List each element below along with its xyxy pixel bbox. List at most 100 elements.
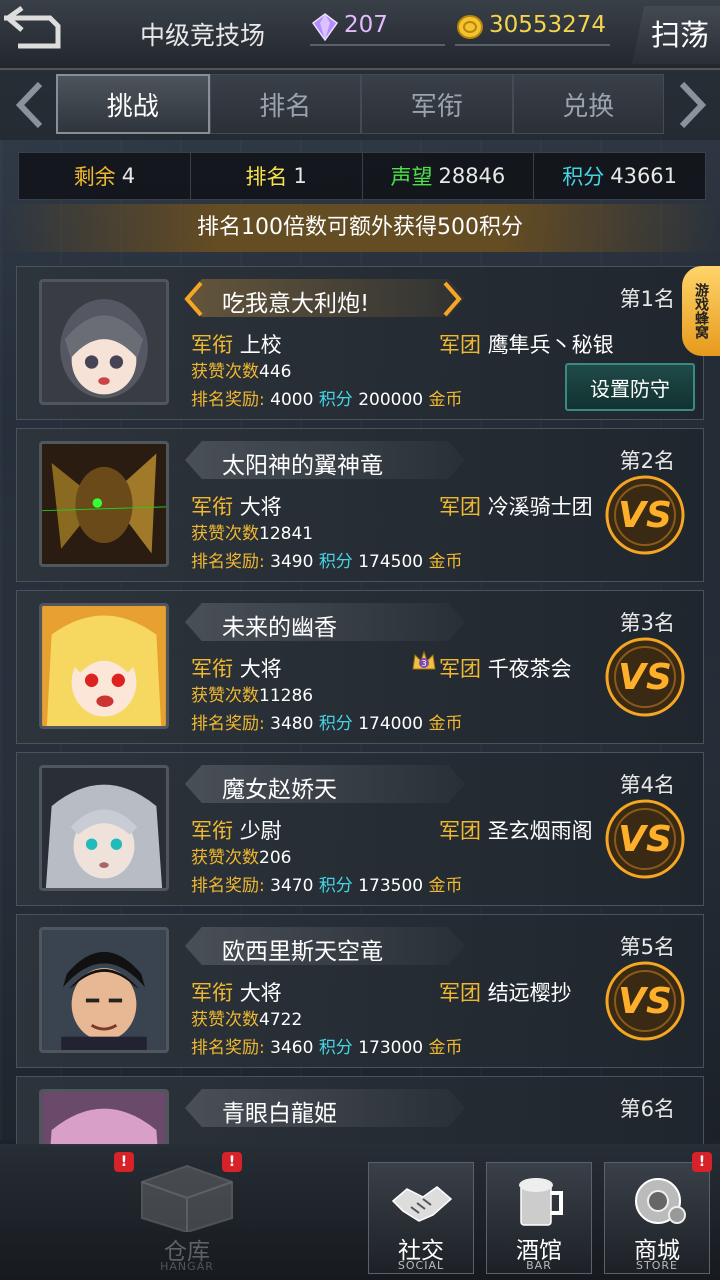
gem-value: 207 — [344, 12, 388, 38]
rank-reward: 排名奖励: 3460 积分 173000 金币 — [191, 1033, 463, 1058]
set-defense-button[interactable]: 设置防守 — [565, 363, 695, 411]
bottom-nav: 仓库 HANGAR ! ! 社交 SOCIAL 酒馆 BAR 商城 STORE … — [0, 1144, 720, 1280]
military-rank-label: 军衔 — [191, 333, 233, 357]
page-title: 中级竞技场 — [140, 21, 266, 50]
handshake-icon — [391, 1186, 453, 1222]
social-button[interactable]: 社交 SOCIAL — [368, 1162, 474, 1274]
legion: 军团 结远樱抄 — [439, 977, 572, 1007]
avatar-portrait-icon — [42, 606, 166, 726]
avatar[interactable] — [39, 927, 169, 1053]
hangar-button[interactable]: 仓库 HANGAR — [122, 1162, 252, 1274]
top-bar: 中级竞技场 207 30553274 扫荡 — [0, 0, 720, 70]
chevron-right-icon — [679, 81, 707, 129]
player-name: 青眼白龍姫 — [222, 1101, 337, 1127]
military-rank-label: 军衔 — [191, 819, 233, 843]
legion-label: 军团 — [439, 495, 481, 519]
reward-gold: 173500 — [358, 876, 424, 896]
reward-gold: 174500 — [358, 552, 424, 572]
legion-label: 军团 — [439, 657, 481, 681]
military-rank-label: 军衔 — [191, 657, 233, 681]
stat-prestige-label: 声望 — [390, 165, 433, 189]
avatar[interactable] — [39, 765, 169, 891]
military-rank-label: 军衔 — [191, 495, 233, 519]
sweep-button[interactable]: 扫荡 — [632, 6, 720, 64]
legion-value: 结远樱抄 — [487, 981, 572, 1005]
military-rank-value: 大将 — [239, 495, 282, 519]
tab-challenge[interactable]: 挑战 — [56, 74, 210, 134]
points-unit: 积分 — [318, 714, 353, 734]
stat-points-value: 43661 — [610, 164, 678, 188]
bar-button[interactable]: 酒馆 BAR — [486, 1162, 592, 1274]
military-rank-value: 上校 — [239, 333, 282, 357]
opponent-row: 青眼白龍姫 第6名 — [16, 1076, 704, 1146]
vs-challenge-button[interactable]: VS — [603, 473, 687, 557]
store-icon — [635, 1178, 686, 1224]
svg-text:VS: VS — [618, 657, 672, 698]
avatar[interactable] — [39, 279, 169, 405]
reward-label: 排名奖励: — [191, 552, 265, 572]
likes-label: 获赞次数 — [191, 524, 259, 544]
likes-value: 12841 — [259, 524, 314, 544]
opponent-row: 魔女赵娇天 第4名 军衔 少尉 军团 圣玄烟雨阁 获赞次数206 排名奖励: 3… — [16, 752, 704, 906]
reward-points: 3490 — [270, 552, 314, 572]
stat-prestige: 声望 28846 — [363, 153, 535, 199]
store-button[interactable]: 商城 STORE — [604, 1162, 710, 1274]
avatar-portrait-icon — [42, 282, 166, 402]
stat-rank-label: 排名 — [245, 165, 288, 189]
avatar[interactable] — [39, 441, 169, 567]
legion: 军团 冷溪骑士团 — [439, 491, 593, 521]
opponent-row: 未来的幽香 第3名 军衔 大将 3 军团 千夜茶会 获赞次数11286 排名奖励… — [16, 590, 704, 744]
points-unit: 积分 — [318, 390, 353, 410]
likes-label: 获赞次数 — [191, 686, 259, 706]
tab-military-rank[interactable]: 军衔 — [361, 74, 513, 134]
legion-value: 冷溪骑士团 — [487, 495, 593, 519]
avatar[interactable] — [39, 1089, 169, 1146]
likes: 获赞次数12841 — [191, 519, 313, 544]
stats-bar: 剩余 4 排名 1 声望 28846 积分 43661 — [18, 152, 706, 200]
likes-value: 4722 — [259, 1010, 303, 1030]
crown-icon: 3 — [412, 650, 436, 670]
reward-gold: 200000 — [358, 390, 424, 410]
military-rank: 军衔 上校 — [191, 329, 282, 359]
military-rank-value: 大将 — [239, 657, 282, 681]
reward-gold: 174000 — [358, 714, 424, 734]
avatar[interactable] — [39, 603, 169, 729]
opponent-list: 吃我意大利炮! 第1名 军衔 上校 军团 鹰隼兵丶秘银 获赞次数446 排名奖励… — [16, 266, 706, 1146]
gold-unit: 金币 — [428, 876, 463, 896]
legion-label: 军团 — [439, 981, 481, 1005]
social-sublabel: SOCIAL — [397, 1259, 445, 1272]
likes: 获赞次数446 — [191, 357, 291, 382]
hangar-icon — [141, 1164, 233, 1234]
reward-points: 3470 — [270, 876, 314, 896]
legion-value: 千夜茶会 — [487, 657, 572, 681]
tab-exchange[interactable]: 兑换 — [512, 74, 664, 134]
military-rank: 军衔 大将 — [191, 653, 282, 683]
svg-text:VS: VS — [618, 495, 672, 536]
back-button[interactable] — [0, 5, 62, 58]
gold-value: 30553274 — [489, 12, 607, 38]
tab-ranking[interactable]: 排名 — [209, 74, 361, 134]
vs-challenge-button[interactable]: VS — [603, 635, 687, 719]
alert-badge: ! — [692, 1152, 712, 1172]
vs-challenge-button[interactable]: VS — [603, 959, 687, 1043]
tab-prev-button[interactable] — [10, 80, 50, 130]
side-tag[interactable]: 游戏蜂窝 — [682, 266, 720, 356]
reward-points: 4000 — [270, 390, 314, 410]
tabs: 挑战 排名 军衔 兑换 — [56, 74, 664, 136]
gem-icon — [311, 13, 339, 42]
gold-unit: 金币 — [428, 1038, 463, 1058]
player-rank: 第6名 — [619, 1097, 675, 1121]
avatar-portrait-icon — [42, 930, 166, 1050]
tab-next-button[interactable] — [672, 80, 712, 130]
player-name: 欧西里斯天空竜 — [222, 939, 383, 965]
opponent-row: 欧西里斯天空竜 第5名 军衔 大将 军团 结远樱抄 获赞次数4722 排名奖励:… — [16, 914, 704, 1068]
legion-label: 军团 — [439, 819, 481, 843]
stat-remaining-value: 4 — [121, 164, 136, 188]
likes-label: 获赞次数 — [191, 1010, 259, 1030]
rank-reward: 排名奖励: 4000 积分 200000 金币 — [191, 385, 463, 410]
gold-coin-icon — [457, 15, 483, 39]
player-rank: 第3名 — [619, 611, 675, 635]
reward-label: 排名奖励: — [191, 1038, 265, 1058]
likes: 获赞次数4722 — [191, 1005, 302, 1030]
vs-challenge-button[interactable]: VS — [603, 797, 687, 881]
